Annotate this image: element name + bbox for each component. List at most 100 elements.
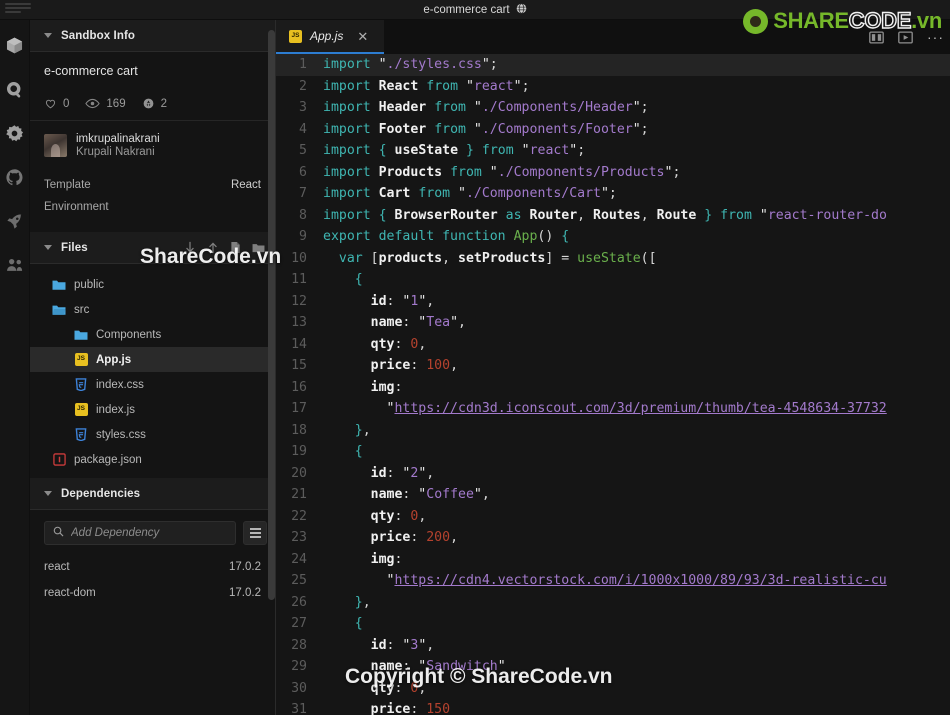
- file-tree-item-src[interactable]: src: [30, 297, 275, 322]
- more-icon[interactable]: ···: [927, 29, 944, 45]
- file-tree-item-app-js[interactable]: JS App.js: [30, 347, 275, 372]
- code-token[interactable]: https://cdn3d.iconscout.com/3d/premium/t…: [394, 401, 886, 416]
- code-token: {: [378, 143, 387, 158]
- code-line[interactable]: 28 id: "3",: [276, 635, 950, 657]
- file-tree-item-index-js[interactable]: JS index.js: [30, 397, 275, 422]
- code-line[interactable]: 19 {: [276, 441, 950, 463]
- dependency-list: react 17.0.2 react-dom 17.0.2: [30, 554, 275, 606]
- code-line[interactable]: 25 "https://cdn4.vectorstock.com/i/1000x…: [276, 570, 950, 592]
- file-tree-item-styles-css[interactable]: styles.css: [30, 422, 275, 447]
- page-title: e-commerce cart: [423, 3, 510, 16]
- sandbox-info-body: e-commerce cart 0 169 2: [30, 52, 275, 120]
- file-tree-item-package-json[interactable]: package.json: [30, 447, 275, 472]
- code-line[interactable]: 5 import { useState } from "react";: [276, 140, 950, 162]
- preview-icon[interactable]: [898, 30, 913, 44]
- code-content[interactable]: 1 import "./styles.css"; 2 import React fro…: [276, 54, 950, 715]
- code-line[interactable]: 30 qty: 0,: [276, 678, 950, 700]
- github-icon[interactable]: [4, 166, 26, 188]
- code-token[interactable]: https://cdn4.vectorstock.com/i/1000x1000…: [394, 573, 886, 588]
- code-line[interactable]: 20 id: "2",: [276, 463, 950, 485]
- code-line[interactable]: 9 export default function App() {: [276, 226, 950, 248]
- search-icon[interactable]: [4, 78, 26, 100]
- code-line[interactable]: 8 import { BrowserRouter as Router, Route…: [276, 205, 950, 227]
- globe-icon[interactable]: [516, 2, 527, 17]
- code-token: ": [489, 164, 498, 180]
- code-line[interactable]: 21 name: "Coffee",: [276, 484, 950, 506]
- code-line[interactable]: 17 "https://cdn3d.iconscout.com/3d/premi…: [276, 398, 950, 420]
- code-line[interactable]: 1 import "./styles.css";: [276, 54, 950, 76]
- gear-icon[interactable]: [4, 122, 26, 144]
- dependency-row[interactable]: react 17.0.2: [30, 554, 275, 580]
- code-line-text: import Cart from "./Components/Cart";: [318, 183, 950, 205]
- code-line[interactable]: 11 {: [276, 269, 950, 291]
- chevron-down-icon[interactable]: [44, 491, 52, 496]
- code-line[interactable]: 22 qty: 0,: [276, 506, 950, 528]
- chevron-down-icon[interactable]: [44, 33, 52, 38]
- file-tree-item-public[interactable]: public: [30, 272, 275, 297]
- code-line[interactable]: 23 price: 200,: [276, 527, 950, 549]
- code-token: ./Components/Products: [497, 164, 665, 180]
- sandbox-info-header[interactable]: Sandbox Info: [30, 20, 275, 52]
- code-token: {: [354, 616, 363, 631]
- code-line[interactable]: 24 img:: [276, 549, 950, 571]
- chevron-down-icon[interactable]: [44, 245, 52, 250]
- code-line[interactable]: 7 import Cart from "./Components/Cart";: [276, 183, 950, 205]
- code-token: import: [323, 186, 371, 201]
- download-icon[interactable]: [184, 241, 196, 254]
- code-line[interactable]: 13 name: "Tea",: [276, 312, 950, 334]
- upload-icon[interactable]: [207, 241, 219, 254]
- code-line[interactable]: 3 import Header from "./Components/Header…: [276, 97, 950, 119]
- forks-stat[interactable]: 2: [142, 97, 167, 110]
- close-icon[interactable]: ✕: [357, 30, 368, 43]
- cube-icon[interactable]: [4, 34, 26, 56]
- line-number: 2: [299, 78, 307, 94]
- code-token: ,: [362, 594, 371, 610]
- code-line[interactable]: 15 price: 100,: [276, 355, 950, 377]
- line-number: 31: [291, 702, 307, 715]
- new-file-icon[interactable]: [230, 241, 241, 254]
- code-line[interactable]: 10 var [products, setProducts] = useStat…: [276, 248, 950, 270]
- code-token: :: [386, 637, 403, 653]
- code-line[interactable]: 27 {: [276, 613, 950, 635]
- code-line[interactable]: 4 import Footer from "./Components/Footer…: [276, 119, 950, 141]
- author-fullname: Krupali Nakrani: [76, 146, 155, 158]
- code-line[interactable]: 18 },: [276, 420, 950, 442]
- hamburger-icon[interactable]: [5, 3, 31, 13]
- split-pane-icon[interactable]: [869, 30, 884, 44]
- sidebar-scrollbar[interactable]: [268, 30, 275, 600]
- file-tree-item-index-css[interactable]: index.css: [30, 372, 275, 397]
- people-icon[interactable]: [4, 254, 26, 276]
- code-token: ([: [640, 250, 657, 266]
- code-line[interactable]: 12 id: "1",: [276, 291, 950, 313]
- code-line-text: import "./styles.css";: [318, 54, 950, 76]
- sandbox-author[interactable]: imkrupalinakrani Krupali Nakrani: [30, 121, 275, 172]
- tab-app-js[interactable]: JS App.js ✕: [276, 20, 384, 54]
- code-line-text: price: 200,: [318, 527, 950, 549]
- search-input[interactable]: [71, 527, 227, 539]
- tab-label: App.js: [310, 29, 344, 43]
- dependency-menu-button[interactable]: [243, 521, 267, 545]
- code-line[interactable]: 6 import Products from "./Components/Prod…: [276, 162, 950, 184]
- file-tree-item-components[interactable]: Components: [30, 322, 275, 347]
- code-line[interactable]: 14 qty: 0,: [276, 334, 950, 356]
- code-line[interactable]: 31 price: 150: [276, 699, 950, 715]
- code-line[interactable]: 26 },: [276, 592, 950, 614]
- file-label: Components: [96, 328, 162, 341]
- files-header[interactable]: Files: [30, 232, 275, 264]
- code-token: :: [402, 487, 419, 502]
- code-line[interactable]: 29 name: "Sandwitch": [276, 656, 950, 678]
- rocket-icon[interactable]: [4, 210, 26, 232]
- code-line[interactable]: 2 import React from "react";: [276, 76, 950, 98]
- new-folder-icon[interactable]: [252, 242, 265, 253]
- meta-key: Environment: [44, 201, 109, 213]
- dependency-search-box[interactable]: [44, 521, 236, 545]
- likes-stat[interactable]: 0: [44, 97, 69, 110]
- dependency-row[interactable]: react-dom 17.0.2: [30, 580, 275, 606]
- code-line[interactable]: 16 img:: [276, 377, 950, 399]
- dependencies-header[interactable]: Dependencies: [30, 478, 275, 510]
